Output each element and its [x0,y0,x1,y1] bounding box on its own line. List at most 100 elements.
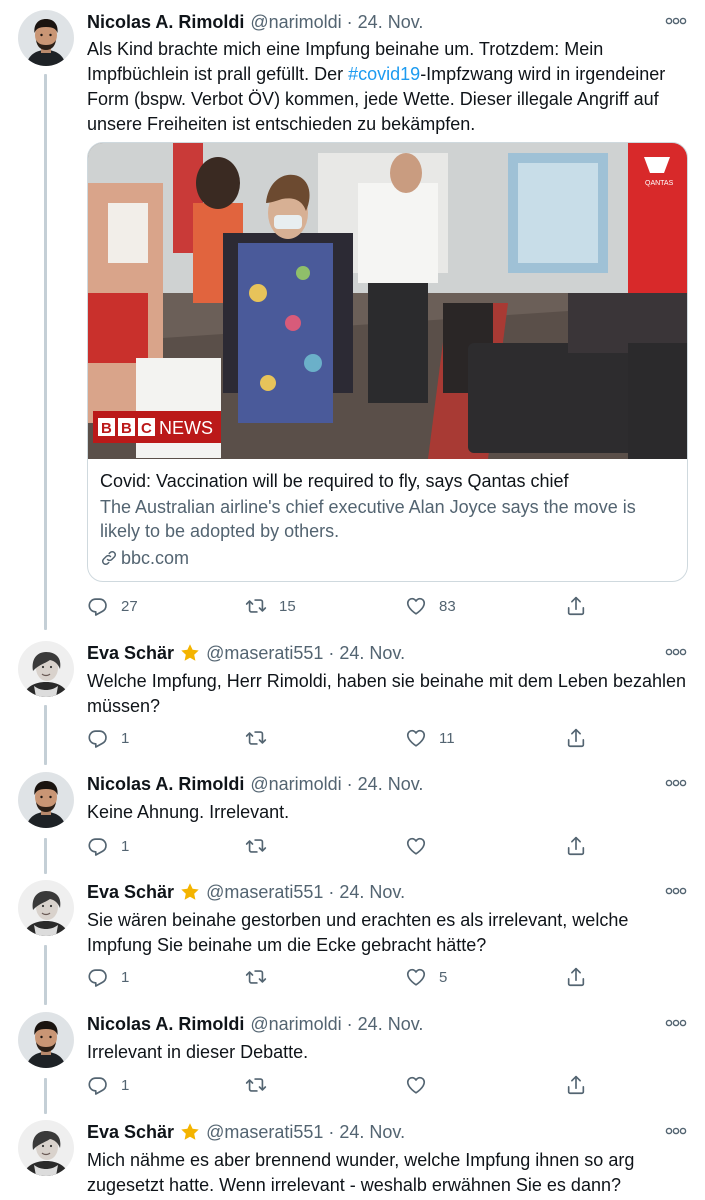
qantas-sign-text: QANTAS [645,180,674,187]
reply-icon [88,1077,107,1095]
separator-dot: · [346,11,353,32]
author-name[interactable]: Eva Schär [87,1122,174,1143]
more-options-icon[interactable] [665,1015,687,1031]
heart-icon [406,597,426,615]
tweet-text: Mich nähme es aber brennend wunder, welc… [87,1150,635,1195]
like-button[interactable]: 83 [405,592,456,620]
like-button[interactable]: 5 [405,963,447,991]
retweet-button[interactable] [245,832,267,860]
share-button[interactable] [565,592,587,620]
like-button[interactable] [405,1071,427,1099]
tweet-date[interactable]: 24. Nov. [358,1014,424,1035]
avatar[interactable] [18,1120,74,1176]
tweet-header: Eva Schär @maserati551 · 24. Nov. [87,1120,689,1144]
reply-icon [88,598,107,616]
reply-button[interactable]: 1 [87,832,129,860]
hashtag-link[interactable]: #covid19 [348,64,420,84]
avatar[interactable] [18,772,74,828]
reply-count: 1 [121,837,130,855]
reply-button[interactable]: 1 [87,1071,129,1099]
like-count: 5 [439,968,448,986]
tweet-text: Keine Ahnung. Irrelevant. [87,802,290,822]
star-icon [181,883,199,900]
reply-count: 1 [121,729,130,747]
reply-button[interactable]: 1 [87,963,129,991]
author-handle[interactable]: @maserati551 [206,643,323,664]
tweet-date[interactable]: 24. Nov. [358,12,424,33]
more-options-icon[interactable] [665,644,687,660]
retweet-button[interactable] [245,724,279,752]
separator-dot: · [346,773,353,794]
like-button[interactable] [405,832,427,860]
retweet-button[interactable]: 15 [245,592,296,620]
tweet-date[interactable]: 24. Nov. [339,882,405,903]
avatar[interactable] [18,10,74,66]
share-button[interactable] [565,832,587,860]
more-options-icon[interactable] [665,13,687,29]
reply-button[interactable]: 1 [87,724,129,752]
tweet-text: Welche Impfung, Herr Rimoldi, haben sie … [87,671,687,716]
tweet-date[interactable]: 24. Nov. [339,643,405,664]
tweet-header: Nicolas A. Rimoldi @narimoldi · 24. Nov. [87,10,689,34]
more-options-icon[interactable] [665,775,687,791]
tweet-actions: 1 [87,1071,607,1099]
badge-letter: B [101,420,112,437]
heart-icon [406,1076,426,1094]
reply-icon [88,730,107,748]
share-button[interactable] [565,963,587,991]
like-button[interactable]: 11 [405,724,455,752]
retweet-icon [245,839,267,853]
card-image: QANTAS B B C NEWS [88,143,687,459]
share-button[interactable] [565,724,587,752]
author-name[interactable]: Nicolas A. Rimoldi [87,1014,244,1035]
share-icon [567,836,585,856]
reply-count: 1 [121,1076,130,1094]
star-icon [181,1123,199,1140]
badge-letter: B [121,420,132,437]
separator-dot: · [346,1013,353,1034]
share-icon [567,1075,585,1095]
tweet-date[interactable]: 24. Nov. [339,1122,405,1143]
more-options-icon[interactable] [665,883,687,899]
author-handle[interactable]: @maserati551 [206,1122,323,1143]
reply-button[interactable]: 27 [87,592,138,620]
retweet-button[interactable] [245,963,267,991]
author-handle[interactable]: @maserati551 [206,882,323,903]
card-description: The Australian airline's chief executive… [100,497,636,541]
badge-word: NEWS [159,418,213,438]
author-handle[interactable]: @narimoldi [250,774,341,795]
tweet-date[interactable]: 24. Nov. [358,774,424,795]
tweet-header: Eva Schär @maserati551 · 24. Nov. [87,641,689,665]
author-name[interactable]: Nicolas A. Rimoldi [87,774,244,795]
heart-icon [406,968,426,986]
avatar[interactable] [18,880,74,936]
tweet-header: Nicolas A. Rimoldi @narimoldi · 24. Nov. [87,1012,689,1036]
reply-count: 1 [121,968,130,986]
reply-icon [88,969,107,987]
share-button[interactable] [565,1071,587,1099]
card-domain: bbc.com [100,546,675,570]
author-name[interactable]: Eva Schär [87,643,174,664]
avatar[interactable] [18,1012,74,1068]
more-options-icon[interactable] [665,1123,687,1139]
tweet-header: Eva Schär @maserati551 · 24. Nov. [87,880,689,904]
retweet-count: 15 [279,597,296,615]
link-card[interactable]: QANTAS B B C NEWS Covid: Vaccination wil… [87,142,688,582]
tweet-actions: 1 [87,832,607,860]
tweet-text: Irrelevant in dieser Debatte. [87,1042,309,1062]
author-handle[interactable]: @narimoldi [250,12,341,33]
author-handle[interactable]: @narimoldi [250,1014,341,1035]
avatar[interactable] [18,641,74,697]
heart-icon [406,729,426,747]
tweet-actions: 1 11 [87,724,607,752]
reply-count: 27 [121,597,138,615]
badge-letter: C [141,420,152,437]
like-count: 11 [439,729,455,747]
retweet-button[interactable] [245,1071,267,1099]
retweet-icon [245,970,267,984]
author-name[interactable]: Eva Schär [87,882,174,903]
like-count: 83 [439,597,456,615]
tweet-header: Nicolas A. Rimoldi @narimoldi · 24. Nov. [87,772,689,796]
author-name[interactable]: Nicolas A. Rimoldi [87,12,244,33]
tweet-actions: 1 5 [87,963,607,991]
